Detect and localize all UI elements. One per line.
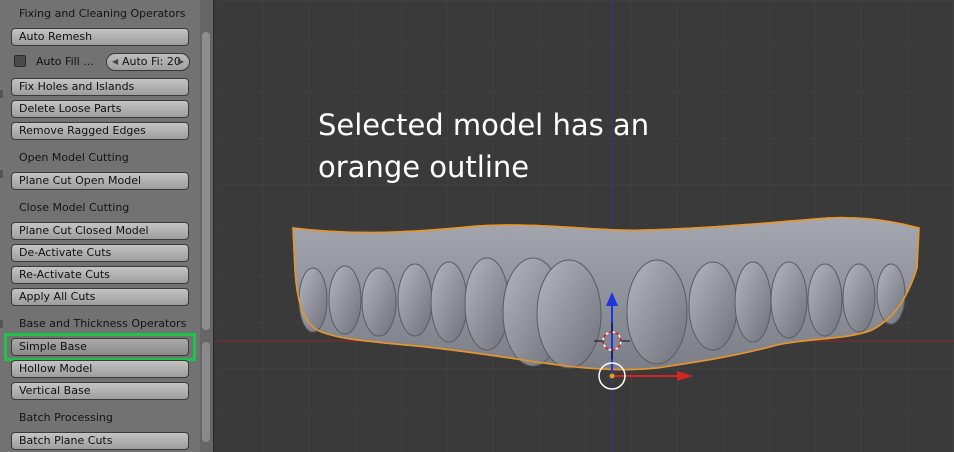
3d-viewport[interactable]: Selected model has an orange outline <box>217 0 954 452</box>
tooth <box>361 267 397 337</box>
panel-tick <box>0 320 3 328</box>
auto-fill-label: Auto Fill ... <box>36 55 94 68</box>
apply-all-cuts-button[interactable]: Apply All Cuts <box>11 288 189 306</box>
reactivate-cuts-button[interactable]: Re-Activate Cuts <box>11 266 189 284</box>
tooth <box>464 257 510 351</box>
tooth <box>626 259 688 365</box>
arrow-right-icon[interactable]: ▶ <box>178 54 184 70</box>
section-title-fixing[interactable]: Fixing and Cleaning Operators <box>19 7 185 20</box>
auto-fill-checkbox[interactable] <box>14 55 26 67</box>
panel-scrollbar-thumb-lower[interactable] <box>202 342 210 442</box>
simple-base-highlight <box>4 333 196 361</box>
delete-loose-button[interactable]: Delete Loose Parts <box>11 100 189 118</box>
tooth <box>430 261 468 343</box>
fix-holes-button[interactable]: Fix Holes and Islands <box>11 78 189 96</box>
tooth <box>807 263 843 337</box>
tooth <box>536 259 602 369</box>
viewport-scene <box>217 0 954 452</box>
auto-remesh-button[interactable]: Auto Remesh <box>11 28 189 46</box>
panel-tick <box>0 90 3 98</box>
section-title-open-cutting[interactable]: Open Model Cutting <box>19 151 129 164</box>
hollow-model-button[interactable]: Hollow Model <box>11 360 189 378</box>
section-title-batch[interactable]: Batch Processing <box>19 411 113 424</box>
tooth <box>734 261 772 343</box>
panel-tick <box>0 170 3 178</box>
vertical-base-button[interactable]: Vertical Base <box>11 382 189 400</box>
section-title-base-thickness[interactable]: Base and Thickness Operators <box>19 317 186 330</box>
blender-window: Fixing and Cleaning Operators Auto Remes… <box>0 0 954 452</box>
tooth <box>298 267 328 333</box>
batch-plane-cuts-button[interactable]: Batch Plane Cuts <box>11 432 189 450</box>
tool-shelf-panel: Fixing and Cleaning Operators Auto Remes… <box>0 0 214 452</box>
plane-cut-closed-button[interactable]: Plane Cut Closed Model <box>11 222 189 240</box>
plane-cut-open-button[interactable]: Plane Cut Open Model <box>11 172 189 190</box>
tooth <box>397 263 433 337</box>
auto-fill-number-value: Auto Fi: 20 <box>122 55 181 68</box>
panel-divider[interactable] <box>213 0 214 452</box>
panel-scrollbar-thumb[interactable] <box>202 32 210 330</box>
annotation-text: Selected model has an orange outline <box>318 108 650 184</box>
tooth <box>328 265 362 335</box>
tooth <box>842 263 876 333</box>
tooth <box>770 261 808 339</box>
auto-fill-number-field[interactable]: ◀ Auto Fi: 20 ▶ <box>106 53 190 71</box>
tooth <box>688 261 738 351</box>
section-title-close-cutting[interactable]: Close Model Cutting <box>19 201 129 214</box>
deactivate-cuts-button[interactable]: De-Activate Cuts <box>11 244 189 262</box>
object-origin-dot <box>609 373 615 379</box>
remove-ragged-button[interactable]: Remove Ragged Edges <box>11 122 189 140</box>
arrow-left-icon[interactable]: ◀ <box>112 54 118 70</box>
